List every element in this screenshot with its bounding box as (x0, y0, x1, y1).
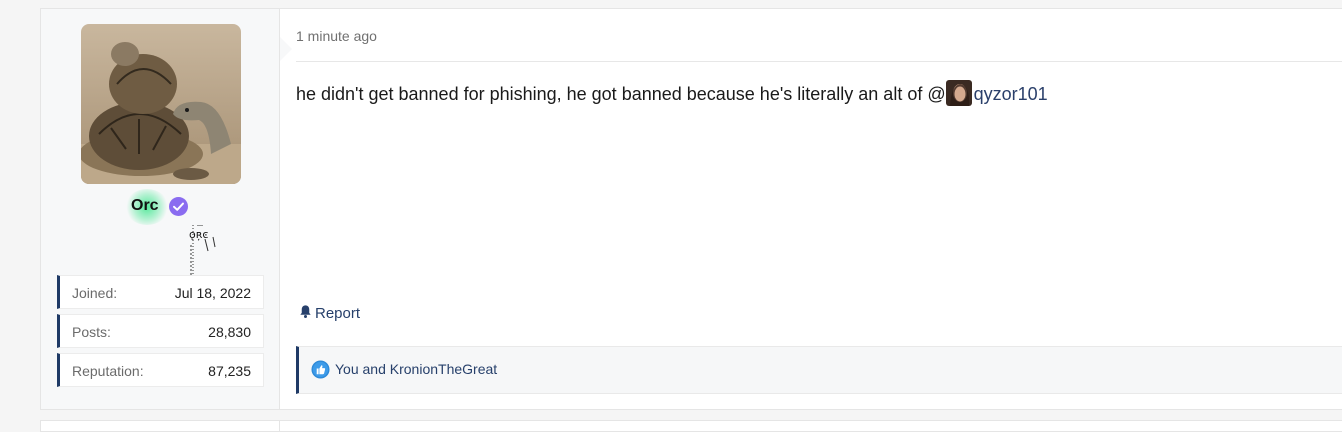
author-avatar[interactable] (81, 24, 241, 184)
reactions-list-link[interactable]: You and KronionTheGreat (335, 361, 497, 377)
author-username[interactable]: Orc (131, 197, 159, 215)
verified-badge-icon (169, 197, 188, 216)
author-stats: Joined: Jul 18, 2022 Posts: 28,830 Reput… (57, 275, 264, 392)
page-left-margin (0, 0, 23, 425)
stat-value: Jul 18, 2022 (174, 285, 251, 301)
stat-reputation: Reputation: 87,235 (57, 353, 264, 387)
post-message: he didn't get banned for phishing, he go… (296, 80, 1048, 106)
header-divider (296, 61, 1342, 62)
stat-label: Joined: (72, 285, 118, 301)
post-content: 1 minute ago he didn't get banned for ph… (280, 9, 1342, 409)
next-post-edge (40, 420, 1342, 432)
mention-username-link[interactable]: qyzor101 (974, 84, 1048, 104)
report-button[interactable]: Report (298, 304, 360, 323)
tortoise-avatar-image (81, 24, 241, 184)
message-text: he didn't get banned for phishing, he go… (296, 84, 946, 104)
report-label: Report (315, 305, 361, 322)
stat-posts: Posts: 28,830 (57, 314, 264, 348)
author-name-row: Orc (41, 189, 279, 225)
post-timestamp[interactable]: 1 minute ago (296, 28, 377, 44)
stat-value: 28,830 (208, 324, 251, 340)
forum-post: Orc ǫʀ̦ͼ Joined: Jul 18, 2022 Posts: 28,… (40, 8, 1342, 410)
stat-label: Posts: (72, 324, 111, 340)
stat-joined: Joined: Jul 18, 2022 (57, 275, 264, 309)
mention-avatar[interactable] (945, 80, 972, 106)
next-post-column-divider (279, 421, 280, 431)
post-user-panel: Orc ǫʀ̦ͼ Joined: Jul 18, 2022 Posts: 28,… (41, 9, 280, 409)
bell-icon (298, 304, 313, 323)
stat-value: 87,235 (208, 363, 251, 379)
reactions-bar: You and KronionTheGreat (296, 346, 1342, 394)
stat-label: Reputation: (72, 363, 144, 379)
thumbs-up-icon (311, 360, 330, 379)
